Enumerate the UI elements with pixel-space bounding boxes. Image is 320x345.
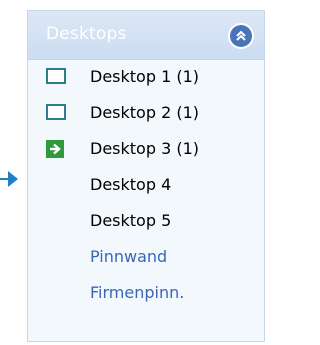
desktop-item-label: Desktop 2 (1)	[90, 103, 199, 122]
desktop-item-2[interactable]: Desktop 2 (1)	[28, 95, 264, 131]
desktop-item-3[interactable]: Desktop 3 (1)	[28, 131, 264, 167]
panel-title: Desktops	[46, 24, 127, 44]
monitor-icon	[46, 68, 68, 86]
desktop-item-1[interactable]: Desktop 1 (1)	[28, 59, 264, 95]
desktop-item-label: Desktop 4	[90, 175, 172, 194]
double-chevron-up-icon	[230, 25, 252, 47]
link-pinnwand[interactable]: Pinnwand	[28, 239, 264, 275]
desktop-list: Desktop 1 (1) Desktop 2 (1) Desktop 3 (1…	[28, 59, 264, 311]
desktop-item-4[interactable]: Desktop 4	[28, 167, 264, 203]
desktop-item-label: Desktop 3 (1)	[90, 139, 199, 158]
link-label: Firmenpinn.	[90, 283, 185, 302]
desktops-widget-stage: Desktops Desktop 1 (1) Desktop 2 (1) Des…	[0, 0, 271, 345]
monitor-icon	[46, 104, 68, 122]
panel-header: Desktops	[28, 11, 264, 60]
desktop-item-label: Desktop 1 (1)	[90, 67, 199, 86]
desktops-panel: Desktops Desktop 1 (1) Desktop 2 (1) Des…	[27, 10, 265, 342]
desktop-item-label: Desktop 5	[90, 211, 172, 230]
green-arrow-right-icon	[46, 140, 68, 158]
collapse-button[interactable]	[228, 23, 254, 49]
pointer-arrow-icon	[0, 171, 18, 187]
desktop-item-5[interactable]: Desktop 5	[28, 203, 264, 239]
link-label: Pinnwand	[90, 247, 168, 266]
link-firmenpinnwand[interactable]: Firmenpinn.	[28, 275, 264, 311]
